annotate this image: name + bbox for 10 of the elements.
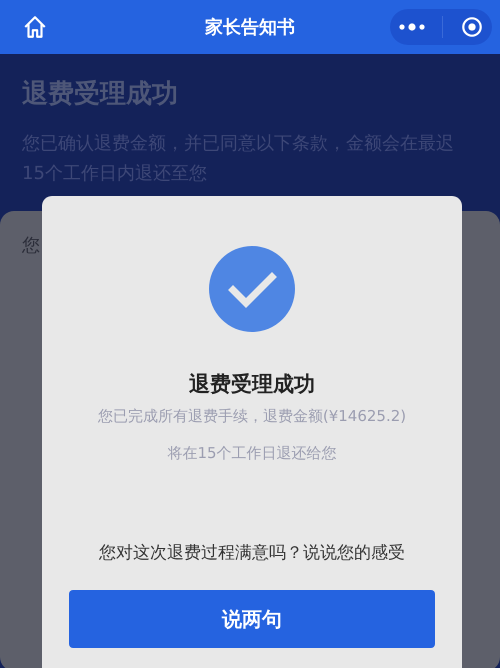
home-icon[interactable] xyxy=(22,14,48,40)
feedback-button[interactable]: 说两句 xyxy=(69,590,435,648)
more-icon[interactable] xyxy=(398,23,425,31)
dialog-message: 将在15个工作日退还给您 xyxy=(167,443,337,464)
window-title: 家长告知书 xyxy=(205,16,295,39)
dialog-message: 您已完成所有退费手续，退费金额(¥14625.2) xyxy=(98,406,406,427)
dialog-title: 退费受理成功 xyxy=(189,371,315,398)
page-heading: 退费受理成功 xyxy=(22,78,179,111)
checkmark-icon xyxy=(209,246,295,332)
feedback-prompt: 您对这次退费过程满意吗？说说您的感受 xyxy=(99,542,405,564)
